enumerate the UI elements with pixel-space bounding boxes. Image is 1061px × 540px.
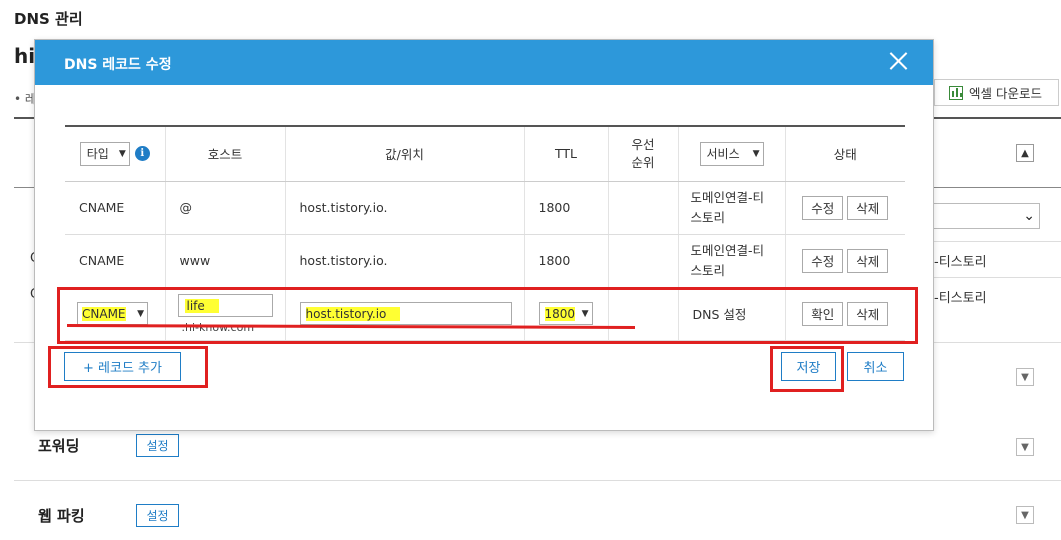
service-filter-select[interactable]: ⌄ (932, 203, 1040, 229)
chevron-down-icon: ▼ (137, 308, 144, 319)
record-service: 도메인연결-티 스토리 (677, 181, 785, 235)
chevron-down-icon[interactable]: ▼ (1016, 438, 1034, 456)
web-parking-label: 웹 파킹 (38, 507, 85, 525)
record-priority (607, 181, 678, 235)
delete-button[interactable]: 삭제 (847, 301, 889, 326)
ttl-column-header: TTL (523, 125, 608, 182)
edit-type-cell: CNAME ▼ (65, 287, 165, 341)
page-title: DNS 관리 (14, 10, 83, 28)
chevron-down-icon: ⌄ (1023, 208, 1035, 224)
divider (14, 480, 1061, 481)
record-priority (607, 234, 678, 288)
close-icon[interactable] (889, 52, 907, 70)
record-value: host.tistory.io. (284, 234, 524, 288)
divider (14, 342, 36, 343)
edit-value-cell: host.tistory.io (284, 287, 524, 341)
info-bullet: • 레 (14, 92, 36, 106)
type-filter-select[interactable]: 타입 ▼ (79, 141, 130, 166)
add-record-button[interactable]: + 레코드 추가 (64, 352, 181, 381)
host-domain-suffix: .hi-know.com (181, 320, 255, 334)
web-parking-settings-button[interactable]: 설정 (136, 504, 179, 527)
type-column-header: 타입 ▼ i (65, 125, 165, 182)
edit-row: CNAME ▼ life .hi-know.com host.tistory.io (65, 287, 905, 341)
confirm-button[interactable]: 확인 (802, 301, 844, 326)
record-ttl: 1800 (523, 181, 608, 235)
table-row: CNAME www host.tistory.io. 1800 도메인연결-티 … (65, 234, 905, 288)
host-column-header: 호스트 (164, 125, 285, 182)
dns-record-table: 타입 ▼ i 호스트 값/위치 TTL 우선 순위 서비스 ▼ 상태 CNAME… (65, 125, 905, 341)
divider (14, 117, 36, 119)
edit-button[interactable]: 수정 (802, 248, 844, 273)
divider (934, 241, 1061, 242)
record-value: host.tistory.io. (284, 181, 524, 235)
divider (934, 342, 1061, 343)
chevron-up-icon[interactable]: ▲ (1016, 144, 1034, 162)
edit-button[interactable]: 수정 (802, 195, 844, 220)
record-ttl: 1800 (523, 234, 608, 288)
priority-column-header: 우선 순위 (607, 125, 678, 182)
status-column-header: 상태 (784, 125, 905, 182)
ttl-select[interactable]: 1800 ▼ (538, 302, 593, 325)
excel-download-label: 엑셀 다운로드 (969, 86, 1042, 101)
type-filter-label: 타입 (86, 147, 109, 162)
divider (934, 277, 1061, 278)
dns-record-edit-modal: DNS 레코드 수정 타입 ▼ i 호스트 값/위치 TTL 우선 순위 서비스… (34, 39, 934, 431)
record-host: @ (164, 181, 285, 235)
divider (934, 117, 1061, 119)
edit-host-cell: life .hi-know.com (164, 287, 285, 341)
delete-button[interactable]: 삭제 (847, 195, 889, 220)
record-host: www (164, 234, 285, 288)
cancel-button[interactable]: 취소 (847, 352, 904, 381)
value-column-header: 값/위치 (284, 125, 524, 182)
record-actions: 수정 삭제 (784, 181, 905, 235)
value-input-value: host.tistory.io (305, 306, 401, 321)
chevron-down-icon: ▼ (752, 148, 760, 159)
service-filter-label: 서비스 (706, 147, 740, 162)
ttl-value: 1800 (544, 306, 576, 321)
chevron-down-icon: ▼ (118, 148, 126, 159)
table-row: CNAME @ host.tistory.io. 1800 도메인연결-티 스토… (65, 181, 905, 235)
record-type: CNAME (65, 181, 165, 235)
service-column-header: 서비스 ▼ (677, 125, 785, 182)
divider (14, 187, 36, 188)
excel-icon (949, 85, 963, 100)
chevron-down-icon[interactable]: ▼ (1016, 506, 1034, 524)
host-input-value: life (184, 298, 219, 313)
divider (934, 187, 1061, 188)
record-service: 도메인연결-티 스토리 (677, 234, 785, 288)
save-button[interactable]: 저장 (781, 352, 836, 381)
edit-priority-cell (607, 287, 678, 341)
domain-name: hi (14, 44, 36, 68)
record-type-value: CNAME (82, 306, 126, 321)
chevron-down-icon[interactable]: ▼ (1016, 368, 1034, 386)
bg-row-service: -티스토리 (934, 291, 987, 306)
forwarding-settings-button[interactable]: 설정 (136, 434, 179, 457)
host-input[interactable]: life (177, 294, 273, 317)
record-type: CNAME (65, 234, 165, 288)
forwarding-label: 포워딩 (38, 437, 80, 455)
bg-row-service: -티스토리 (934, 255, 987, 270)
edit-ttl-cell: 1800 ▼ (523, 287, 608, 341)
service-filter-select[interactable]: 서비스 ▼ (699, 141, 764, 166)
edit-service: DNS 설정 (677, 287, 785, 341)
record-actions: 수정 삭제 (784, 234, 905, 288)
dns-management-page: DNS 관리 hi • 레 엑셀 다운로드 ▲ ⌄ -티스토리 C -티스토리 … (0, 0, 1061, 540)
edit-actions: 확인 삭제 (784, 287, 905, 341)
record-type-select[interactable]: CNAME ▼ (77, 302, 148, 325)
excel-download-button[interactable]: 엑셀 다운로드 (934, 79, 1059, 106)
delete-button[interactable]: 삭제 (847, 248, 889, 273)
chevron-down-icon: ▼ (581, 308, 589, 319)
modal-title: DNS 레코드 수정 (64, 57, 172, 73)
modal-header: DNS 레코드 수정 (35, 40, 933, 85)
value-input[interactable]: host.tistory.io (299, 302, 512, 325)
info-icon[interactable]: i (134, 146, 150, 162)
